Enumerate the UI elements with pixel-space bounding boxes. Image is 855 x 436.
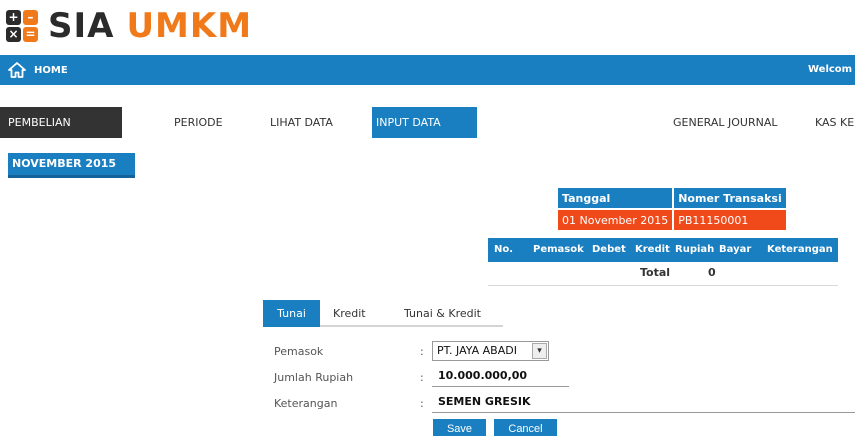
chevron-down-icon[interactable]: ▾ bbox=[532, 343, 547, 359]
keterangan-colon: : bbox=[420, 397, 424, 410]
menu-lihat-data[interactable]: LIHAT DATA bbox=[270, 107, 333, 138]
pemasok-colon: : bbox=[420, 345, 424, 358]
jumlah-rupiah-label: Jumlah Rupiah bbox=[274, 371, 354, 384]
tab-tunai-kredit[interactable]: Tunai & Kredit bbox=[404, 300, 481, 327]
menu-pembelian[interactable]: PEMBELIAN bbox=[0, 107, 122, 138]
calculator-icon: + – × = bbox=[4, 6, 44, 46]
home-icon bbox=[8, 62, 26, 78]
tanggal-value: 01 November 2015 bbox=[558, 210, 673, 230]
keterangan-input[interactable]: SEMEN GRESIK bbox=[432, 393, 855, 413]
pemasok-select[interactable]: PT. JAYA ABADI ▾ bbox=[432, 341, 549, 361]
total-value: 0 bbox=[708, 266, 716, 279]
pemasok-label: Pemasok bbox=[274, 345, 324, 358]
keterangan-label: Keterangan bbox=[274, 397, 338, 410]
menu-kas[interactable]: KAS KE bbox=[815, 107, 854, 138]
tab-tunai[interactable]: Tunai bbox=[263, 300, 320, 327]
total-label: Total bbox=[640, 266, 671, 279]
app-logo: + – × = SIA UMKM bbox=[0, 6, 252, 46]
column-rupiah: Rupiah bbox=[675, 244, 715, 255]
period-badge[interactable]: NOVEMBER 2015 bbox=[8, 153, 135, 178]
nomer-transaksi-header: Nomer Transaksi bbox=[674, 188, 786, 208]
menu-input-data[interactable]: INPUT DATA bbox=[372, 107, 477, 138]
tanggal-header: Tanggal bbox=[558, 188, 673, 208]
total-row: Total 0 bbox=[488, 262, 838, 286]
jumlah-colon: : bbox=[420, 371, 424, 384]
pemasok-selected-value: PT. JAYA ABADI bbox=[437, 344, 517, 357]
column-bayar: Bayar bbox=[719, 244, 752, 255]
column-keterangan: Keterangan bbox=[767, 244, 833, 255]
cancel-button[interactable]: Cancel bbox=[494, 419, 557, 436]
home-label: HOME bbox=[34, 64, 68, 76]
transaction-info-table: Tanggal Nomer Transaksi 01 November 2015… bbox=[556, 186, 788, 232]
logo-text-umkm: UMKM bbox=[126, 6, 253, 46]
column-debet: Debet bbox=[592, 244, 626, 255]
payment-tabs: Tunai Kredit Tunai & Kredit bbox=[263, 300, 503, 327]
save-button[interactable]: Save bbox=[433, 419, 486, 436]
column-kredit: Kredit bbox=[635, 244, 670, 255]
jumlah-rupiah-input[interactable]: 10.000.000,00 bbox=[432, 367, 569, 387]
welcome-text: Welcom bbox=[808, 64, 853, 75]
logo-text-sia: SIA bbox=[48, 6, 115, 46]
column-pemasok: Pemasok bbox=[533, 244, 584, 255]
nomer-transaksi-value: PB11150001 bbox=[674, 210, 786, 230]
detail-table-header: No. Pemasok Debet Kredit Rupiah Bayar Ke… bbox=[488, 238, 838, 262]
top-navigation-bar: HOME Welcom bbox=[0, 55, 855, 85]
tab-kredit[interactable]: Kredit bbox=[333, 300, 366, 327]
column-no: No. bbox=[494, 244, 514, 255]
menu-general-journal[interactable]: GENERAL JOURNAL bbox=[673, 107, 777, 138]
home-link[interactable]: HOME bbox=[8, 55, 68, 85]
menu-periode[interactable]: PERIODE bbox=[174, 107, 223, 138]
